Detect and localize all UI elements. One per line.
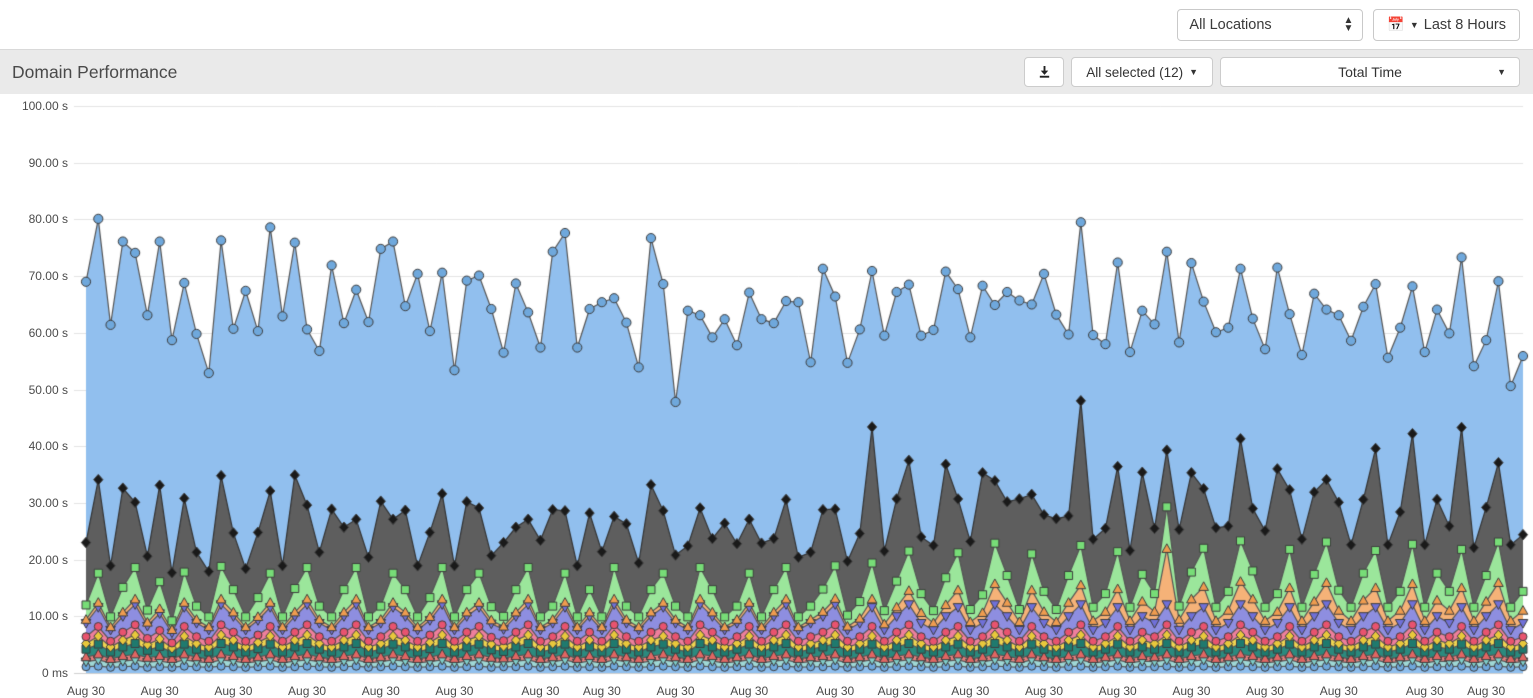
x-axis-tick-label: Aug 305:34pm — [857, 683, 937, 698]
x-tick-date: Aug 30 — [1172, 684, 1211, 698]
x-axis-tick-label: Aug 307:13pm — [1151, 683, 1231, 698]
y-axis-tick-label: 30.00 s — [28, 495, 68, 510]
date-range-picker[interactable]: 📅 ▼ Last 8 Hours — [1373, 8, 1520, 41]
y-axis-tick-label: 20.00 s — [28, 552, 68, 567]
x-axis-tick-label: Aug 302:13pm — [267, 683, 347, 698]
x-tick-date: Aug 30 — [214, 684, 253, 698]
panel-header: Domain Performance All selected (12) ▼ T… — [0, 50, 1533, 94]
x-tick-date: Aug 30 — [1098, 684, 1137, 698]
x-tick-date: Aug 30 — [1246, 684, 1285, 698]
x-axis-tick-label: Aug 304:19pm — [636, 683, 716, 698]
y-axis-tick-label: 50.00 s — [28, 382, 68, 397]
y-axis-tick-label: 70.00 s — [28, 269, 68, 284]
x-axis-tick-label: Aug 303:03pm — [414, 683, 494, 698]
x-axis-tick-label: Aug 304:43pm — [709, 683, 789, 698]
metric-select[interactable]: Total Time ▼ — [1220, 57, 1520, 87]
x-axis-tick-label: Aug 3012:58pm — [46, 683, 126, 698]
location-select[interactable]: All Locations ▲ ▼ — [1177, 8, 1364, 41]
x-tick-date: Aug 30 — [140, 684, 179, 698]
x-tick-date: Aug 30 — [288, 684, 327, 698]
y-axis-tick-label: 10.00 s — [28, 609, 68, 624]
x-tick-date: Aug 30 — [656, 684, 695, 698]
x-axis-tick-label: Aug 301:23pm — [120, 683, 200, 698]
top-toolbar: All Locations ▲ ▼ 📅 ▼ Last 8 Hours — [0, 0, 1533, 50]
x-tick-date: Aug 30 — [1024, 684, 1064, 698]
spinner-arrows-icon: ▲ ▼ — [1343, 15, 1354, 34]
x-axis-tick-label: Aug 301:48pm — [193, 683, 273, 698]
domain-performance-chart: 0 ms 10.00 s 20.00 s 30.00 s 40.00 s 50.00 s 6… — [0, 94, 1533, 698]
x-tick-date: Aug 30 — [582, 684, 621, 698]
domain-selection-button[interactable]: All selected (12) ▼ — [1071, 57, 1213, 87]
y-axis-tick-label: 80.00 s — [28, 212, 68, 227]
caret-down-icon: ▼ — [1409, 19, 1419, 30]
x-tick-date: Aug 30 — [361, 684, 400, 698]
x-tick-date: Aug 30 — [1467, 684, 1506, 698]
x-axis-tick-label: Aug 306:48pm — [1078, 683, 1158, 698]
x-tick-date: Aug 30 — [435, 684, 474, 698]
page-title: Domain Performance — [12, 61, 178, 82]
x-axis-tick-label: Aug 305:59pm — [930, 683, 1010, 698]
metric-select-value: Total Time — [1338, 64, 1402, 80]
chart-canvas[interactable] — [0, 94, 1533, 698]
panel-header-controls: All selected (12) ▼ Total Time ▼ — [1024, 57, 1520, 87]
x-tick-date: Aug 30 — [66, 684, 106, 698]
y-axis-tick-label: 40.00 s — [28, 439, 68, 454]
caret-down-icon: ▼ — [1497, 67, 1506, 77]
location-select-value: All Locations — [1189, 16, 1272, 33]
download-button[interactable] — [1024, 57, 1065, 87]
y-axis-tick-label: 90.00 s — [28, 155, 68, 170]
caret-down-icon: ▼ — [1189, 67, 1198, 77]
x-axis-tick-label: Aug 307:38pm — [1225, 683, 1305, 698]
x-axis-tick-label: Aug 306:23pm — [1004, 683, 1084, 698]
x-tick-date: Aug 30 — [877, 684, 916, 698]
x-tick-date: Aug 30 — [951, 684, 990, 698]
domain-selection-label: All selected (12) — [1086, 64, 1184, 80]
x-axis-tick-label: Aug 308:53pm — [1446, 683, 1526, 698]
date-range-value: Last 8 Hours — [1423, 16, 1506, 33]
y-axis-tick-label: 100.00 s — [21, 99, 68, 113]
x-axis-tick-label: Aug 303:53pm — [562, 683, 642, 698]
x-tick-date: Aug 30 — [1319, 684, 1358, 698]
calendar-icon: 📅 — [1387, 16, 1405, 32]
x-axis-tick-label: Aug 308:03pm — [1299, 683, 1379, 698]
y-axis-tick-label: 60.00 s — [28, 325, 68, 340]
x-tick-date: Aug 30 — [730, 684, 769, 698]
x-axis-tick-label: Aug 302:38pm — [341, 683, 421, 698]
y-axis-tick-label: 0 ms — [41, 666, 68, 680]
download-icon — [1039, 65, 1049, 78]
